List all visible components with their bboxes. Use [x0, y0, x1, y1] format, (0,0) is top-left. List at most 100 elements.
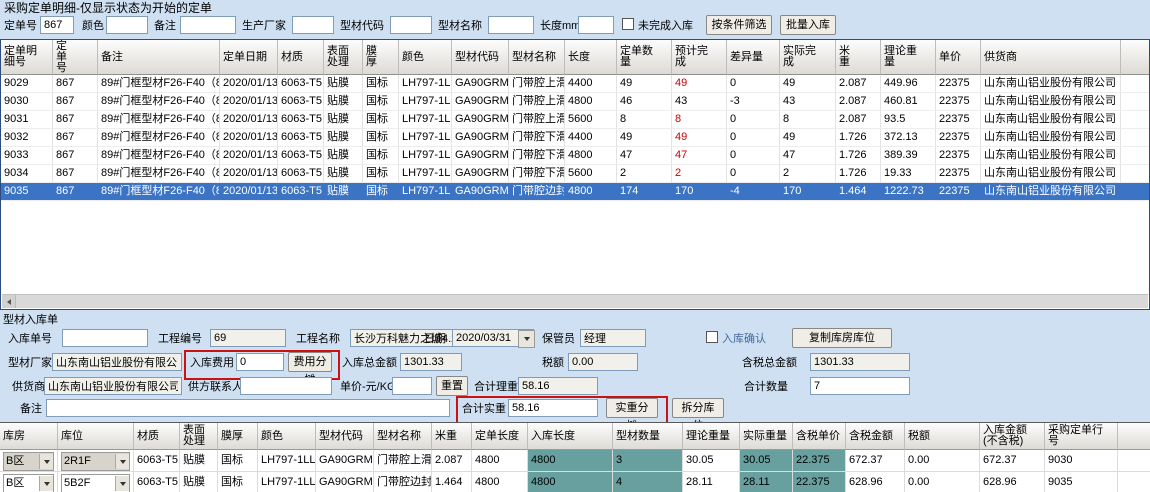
column-header-film[interactable]: 膜厚 — [218, 423, 258, 450]
column-header-profile-code[interactable]: 型材代码 — [452, 40, 509, 75]
total-with-tax-field[interactable] — [810, 353, 910, 371]
order-row[interactable]: 903386789#门框型材F26-F40（866+867）2020/01/13… — [1, 147, 1150, 165]
order-row[interactable]: 903586789#门框型材F26-F40（866+867）2020/01/13… — [1, 183, 1150, 201]
order-row[interactable]: 903186789#门框型材F26-F40（866+867）2020/01/13… — [1, 111, 1150, 129]
column-header-supplier[interactable]: 供货商 — [981, 40, 1121, 75]
supplier-field[interactable] — [44, 377, 182, 395]
column-header-material[interactable]: 材质 — [278, 40, 324, 75]
filter-color-input[interactable] — [106, 16, 148, 34]
supplier-contact-input[interactable] — [240, 377, 332, 395]
factory-field[interactable] — [52, 353, 182, 371]
column-header-theory-weight[interactable]: 理论重量 — [683, 423, 740, 450]
reset-button[interactable]: 重置 — [436, 376, 468, 396]
total-theory-weight-field[interactable] — [518, 377, 598, 395]
column-header-profile-qty[interactable]: 型材数量 — [613, 423, 683, 450]
inbound-confirm-checkbox[interactable] — [706, 331, 718, 343]
column-header-color[interactable]: 颜色 — [258, 423, 316, 450]
filter-profile-name-input[interactable] — [488, 16, 534, 34]
column-header-length[interactable]: 长度 — [565, 40, 617, 75]
cell-material: 6063-T5 — [278, 111, 324, 128]
cell-order-qty: 49 — [617, 75, 672, 92]
order-row[interactable]: 903486789#门框型材F26-F40（866+867）2020/01/13… — [1, 165, 1150, 183]
filter-length-input[interactable] — [578, 16, 614, 34]
date-dropdown-icon[interactable] — [518, 330, 535, 348]
column-header-material[interactable]: 材质 — [134, 423, 180, 450]
chevron-down-icon[interactable] — [115, 454, 129, 469]
chevron-down-icon[interactable] — [39, 476, 53, 491]
cell-meter-weight: 1.726 — [836, 129, 881, 146]
column-header-inbound-length[interactable]: 入库长度 — [528, 423, 613, 450]
total-actual-weight-input[interactable] — [508, 399, 598, 417]
tax-field[interactable] — [568, 353, 638, 371]
chevron-down-icon[interactable] — [39, 454, 53, 469]
order-table-hscrollbar[interactable] — [2, 294, 1148, 308]
column-header-order-no[interactable]: 定单号 — [53, 40, 98, 75]
total-amount-field[interactable] — [400, 353, 462, 371]
column-header-profile-name[interactable]: 型材名称 — [509, 40, 565, 75]
cell-film: 国标 — [363, 183, 399, 200]
keeper-field[interactable] — [580, 329, 646, 347]
column-header-actual-done[interactable]: 实际完成 — [780, 40, 836, 75]
column-header-location[interactable]: 库位 — [58, 423, 134, 450]
cell-theory-weight: 28.11 — [683, 472, 740, 492]
column-header-actual-weight[interactable]: 实际重量 — [740, 423, 793, 450]
column-header-tax-unit-price[interactable]: 含税单价 — [793, 423, 846, 450]
remark-input[interactable] — [46, 399, 450, 417]
column-header-order-qty[interactable]: 定单数量 — [617, 40, 672, 75]
column-header-expected-done[interactable]: 预计完成 — [672, 40, 727, 75]
location-combo[interactable]: 2R1F — [61, 452, 130, 471]
column-header-profile-name[interactable]: 型材名称 — [374, 423, 432, 450]
batch-inbound-button[interactable]: 批量入库 — [780, 15, 836, 35]
keeper-label: 保管员 — [542, 333, 575, 345]
filter-order-no-input[interactable] — [40, 16, 74, 34]
column-header-meter-weight[interactable]: 米重 — [432, 423, 472, 450]
warehouse-combo[interactable]: B区 — [3, 452, 54, 471]
column-header-warehouse[interactable]: 库房 — [0, 423, 58, 450]
column-header-theory-weight[interactable]: 理论重量 — [881, 40, 936, 75]
unfinished-checkbox[interactable] — [622, 18, 634, 30]
filter-manufacturer-input[interactable] — [292, 16, 334, 34]
cell-profile-name: 门带腔边封 — [509, 183, 565, 200]
cell-theory-weight: 93.5 — [881, 111, 936, 128]
stock-row[interactable]: B区2R1F6063-T5贴膜国标LH797-1LL0GA90GRM03门带腔上… — [0, 450, 1150, 472]
column-header-order-detail-no[interactable]: 定单明细号 — [1, 40, 53, 75]
column-header-tax[interactable]: 税额 — [905, 423, 980, 450]
chevron-down-icon[interactable] — [115, 476, 129, 491]
total-qty-field[interactable] — [810, 377, 910, 395]
column-header-unit-price[interactable]: 单价 — [936, 40, 981, 75]
weight-share-button[interactable]: 实重分摊 — [606, 398, 658, 418]
inbound-no-input[interactable] — [62, 329, 148, 347]
cell-length: 4400 — [565, 75, 617, 92]
column-header-film[interactable]: 膜厚 — [363, 40, 399, 75]
inbound-fee-input[interactable] — [236, 353, 284, 371]
column-header-po-line-no[interactable]: 采购定单行号 — [1045, 423, 1118, 450]
filter-remark-input[interactable] — [180, 16, 236, 34]
column-header-diff-qty[interactable]: 差异量 — [727, 40, 780, 75]
column-header-remark[interactable]: 备注 — [98, 40, 220, 75]
copy-location-button[interactable]: 复制库房库位 — [792, 328, 892, 348]
column-header-surface[interactable]: 表面处理 — [324, 40, 363, 75]
order-row[interactable]: 902986789#门框型材F26-F40（866+867）2020/01/13… — [1, 75, 1150, 93]
column-header-tax-amount[interactable]: 含税金额 — [846, 423, 905, 450]
order-row[interactable]: 903286789#门框型材F26-F40（866+867）2020/01/13… — [1, 129, 1150, 147]
filter-by-condition-button[interactable]: 按条件筛选 — [706, 15, 772, 35]
column-header-color[interactable]: 颜色 — [399, 40, 452, 75]
scroll-left-icon[interactable] — [2, 295, 16, 308]
unit-price-input[interactable] — [392, 377, 432, 395]
column-header-profile-code[interactable]: 型材代码 — [316, 423, 374, 450]
stock-row[interactable]: B区5B2F6063-T5贴膜国标LH797-1LL0GA90GRM05门带腔边… — [0, 472, 1150, 492]
column-header-surface[interactable]: 表面处理 — [180, 423, 218, 450]
warehouse-combo[interactable]: B区 — [3, 474, 54, 492]
cell-supplier: 山东南山铝业股份有限公司 — [981, 183, 1121, 200]
column-header-order-length[interactable]: 定单长度 — [472, 423, 528, 450]
column-header-meter-weight[interactable]: 米重 — [836, 40, 881, 75]
fee-share-button[interactable]: 费用分摊 — [288, 352, 332, 372]
split-location-button[interactable]: 拆分库位 — [672, 398, 724, 418]
column-header-amount-no-tax[interactable]: 入库金额(不含税) — [980, 423, 1045, 450]
order-row[interactable]: 903086789#门框型材F26-F40（866+867）2020/01/13… — [1, 93, 1150, 111]
column-header-order-date[interactable]: 定单日期 — [220, 40, 278, 75]
project-no-field[interactable] — [210, 329, 286, 347]
location-combo[interactable]: 5B2F — [61, 474, 130, 492]
cell-profile-code: GA90GRM03 — [452, 75, 509, 92]
filter-profile-code-input[interactable] — [390, 16, 432, 34]
